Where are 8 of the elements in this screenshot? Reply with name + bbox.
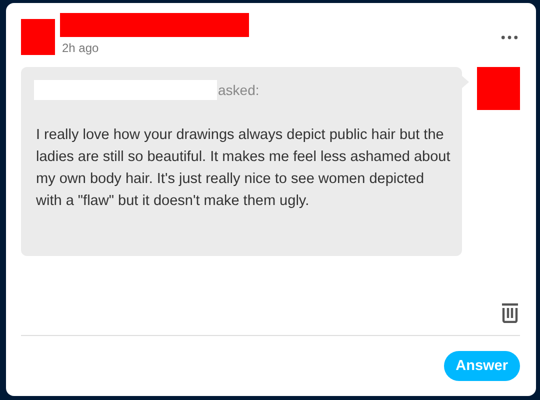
asked-label: asked:: [218, 82, 260, 98]
timestamp: 2h ago: [62, 41, 100, 55]
more-options-icon[interactable]: [501, 35, 518, 40]
trash-icon[interactable]: [501, 303, 519, 323]
redaction-block: [477, 67, 520, 110]
ask-text: I really love how your drawings always depict public hair but the ladies are still so beautiful. It makes me feel less ashamed about my own body hair. It's just really nice to see women depicted with a "flaw" but it doesn't make them ugly.: [36, 126, 452, 211]
redaction-block: [21, 19, 55, 55]
answer-button[interactable]: Answer: [444, 351, 520, 381]
